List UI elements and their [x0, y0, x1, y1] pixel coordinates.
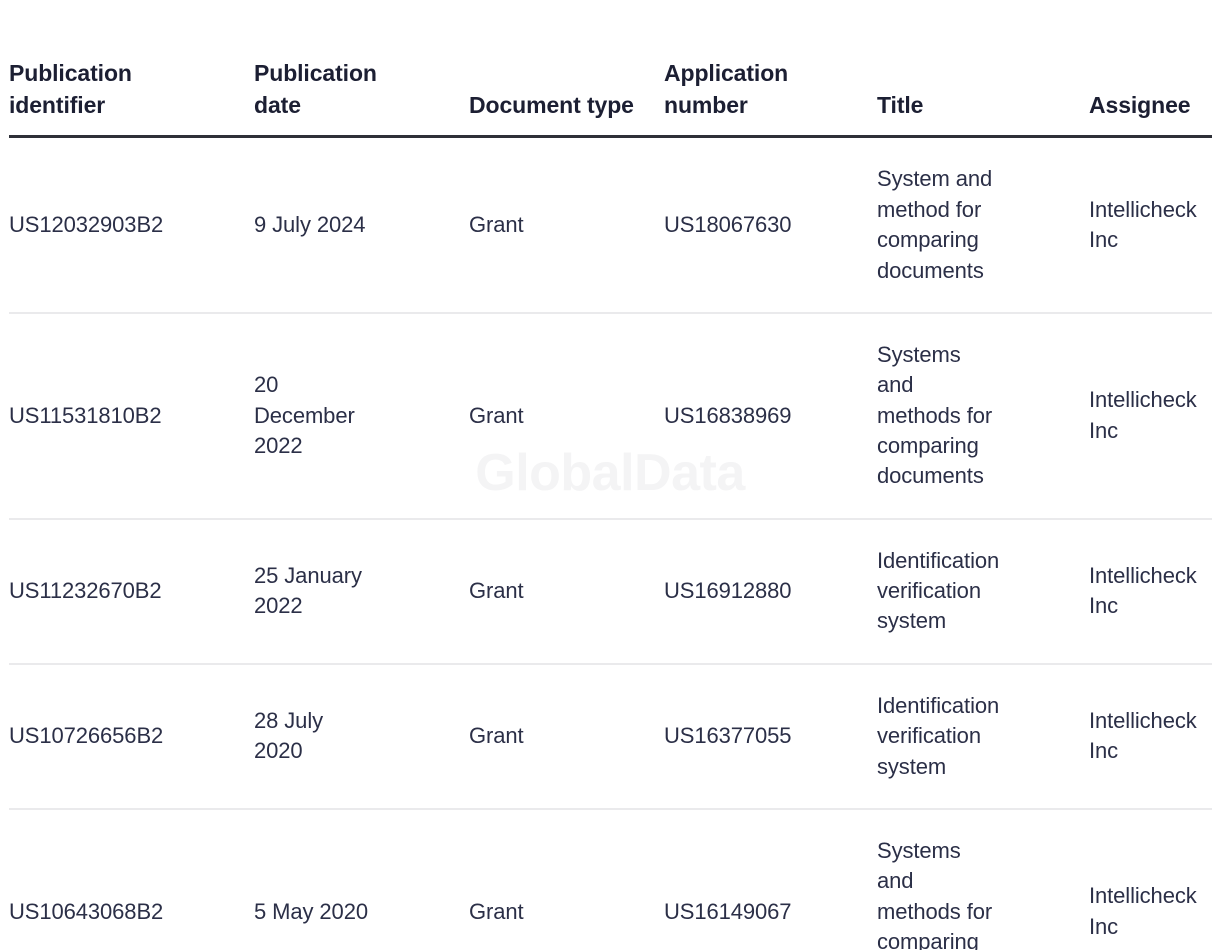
cell-publication-identifier: US10726656B2	[9, 663, 254, 810]
cell-value: US11232670B2	[9, 578, 162, 604]
cell-value: Identification verification system	[877, 692, 1000, 779]
table-row[interactable]: US11232670B2 25 January 2022 Grant US169…	[9, 518, 1212, 665]
cell-value: 9 July 2024	[254, 212, 366, 237]
cell-value: 25 January 2022	[254, 562, 362, 619]
cell-value: Intellicheck Inc	[1089, 196, 1197, 253]
cell-publication-identifier: US10643068B2	[9, 809, 254, 950]
cell-value: US16838969	[664, 402, 792, 428]
cell-publication-date: 9 July 2024	[254, 136, 469, 314]
cell-value: US10643068B2	[9, 898, 164, 924]
table-row[interactable]: US10726656B2 28 July 2020 Grant US163770…	[9, 663, 1212, 810]
table-row[interactable]: US12032903B2 9 July 2024 Grant US1806763…	[9, 136, 1212, 314]
cell-publication-date: 25 January 2022	[254, 518, 469, 665]
cell-assignee: Intellicheck Inc	[1089, 312, 1212, 520]
cell-value: System and method for comparing document…	[877, 166, 993, 283]
column-header-title[interactable]: Title	[877, 0, 1089, 139]
cell-value: US16912880	[664, 578, 792, 604]
cell-publication-date: 5 May 2020	[254, 809, 469, 950]
column-header-label: Publication date	[254, 60, 377, 118]
cell-value: US12032903B2	[9, 212, 164, 237]
cell-value: US16149067	[664, 898, 792, 924]
column-header-label: Title	[877, 91, 924, 118]
table-header: Publication identifier Publication date …	[9, 0, 1212, 139]
cell-value: US16377055	[664, 723, 792, 749]
cell-value: Intellicheck Inc	[1089, 562, 1197, 619]
cell-value: Intellicheck Inc	[1089, 883, 1197, 939]
cell-document-type: Grant	[469, 136, 664, 314]
cell-value: Systems and methods for comparing docume…	[877, 837, 993, 950]
cell-title: Systems and methods for comparing docume…	[877, 312, 1089, 520]
patent-table: Publication identifier Publication date …	[9, 0, 1212, 950]
cell-publication-date: 28 July 2020	[254, 663, 469, 810]
cell-application-number: US16912880	[664, 518, 877, 665]
cell-application-number: US16377055	[664, 663, 877, 810]
cell-value: Grant	[469, 402, 524, 428]
table-header-row: Publication identifier Publication date …	[9, 0, 1212, 139]
column-header-label: Publication identifier	[9, 60, 132, 118]
table-row[interactable]: US10643068B2 5 May 2020 Grant US16149067…	[9, 809, 1212, 950]
column-header-label: Assignee	[1089, 91, 1191, 118]
cell-value: 28 July 2020	[254, 707, 324, 764]
cell-title: Systems and methods for comparing docume…	[877, 809, 1089, 950]
table-body: US12032903B2 9 July 2024 Grant US1806763…	[9, 136, 1212, 950]
cell-application-number: US16149067	[664, 809, 877, 950]
column-header-assignee[interactable]: Assignee	[1089, 0, 1212, 139]
cell-value: US18067630	[664, 212, 792, 237]
table-row[interactable]: US11531810B2 20 December 2022 Grant US16…	[9, 312, 1212, 520]
cell-title: Identification verification system	[877, 663, 1089, 810]
cell-value: Grant	[469, 723, 524, 749]
cell-assignee: Intellicheck Inc	[1089, 809, 1212, 950]
cell-document-type: Grant	[469, 312, 664, 520]
cell-application-number: US16838969	[664, 312, 877, 520]
patent-table-container: Publication identifier Publication date …	[9, 0, 1212, 950]
patent-table-page: GlobalData Publication identifier Public…	[0, 0, 1220, 950]
cell-title: System and method for comparing document…	[877, 136, 1089, 314]
cell-value: US11531810B2	[9, 402, 162, 428]
column-header-publication-identifier[interactable]: Publication identifier	[9, 0, 254, 139]
cell-value: 20 December 2022	[254, 372, 355, 458]
cell-value: US10726656B2	[9, 723, 164, 749]
column-header-publication-date[interactable]: Publication date	[254, 0, 469, 139]
cell-publication-date: 20 December 2022	[254, 312, 469, 520]
cell-value: Systems and methods for comparing docume…	[877, 341, 993, 489]
cell-document-type: Grant	[469, 518, 664, 665]
column-header-label: Application number	[664, 60, 789, 118]
cell-document-type: Grant	[469, 809, 664, 950]
cell-value: Grant	[469, 898, 524, 924]
cell-application-number: US18067630	[664, 136, 877, 314]
cell-value: Grant	[469, 578, 524, 604]
cell-publication-identifier: US11232670B2	[9, 518, 254, 665]
cell-publication-identifier: US12032903B2	[9, 136, 254, 314]
cell-assignee: Intellicheck Inc	[1089, 518, 1212, 665]
cell-value: Intellicheck Inc	[1089, 707, 1197, 764]
column-header-application-number[interactable]: Application number	[664, 0, 877, 139]
cell-value: Identification verification system	[877, 547, 1000, 634]
column-header-label: Document type	[469, 91, 634, 118]
cell-publication-identifier: US11531810B2	[9, 312, 254, 520]
cell-document-type: Grant	[469, 663, 664, 810]
cell-value: 5 May 2020	[254, 898, 368, 924]
cell-title: Identification verification system	[877, 518, 1089, 665]
cell-value: Grant	[469, 212, 524, 237]
cell-value: Intellicheck Inc	[1089, 387, 1197, 443]
column-header-document-type[interactable]: Document type	[469, 0, 664, 139]
cell-assignee: Intellicheck Inc	[1089, 136, 1212, 314]
cell-assignee: Intellicheck Inc	[1089, 663, 1212, 810]
